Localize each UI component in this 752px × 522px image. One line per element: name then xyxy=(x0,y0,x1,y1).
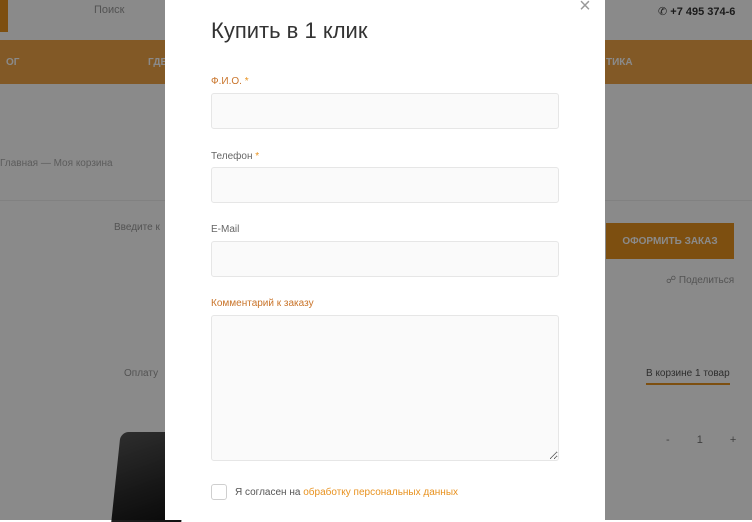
required-mark: * xyxy=(244,76,249,87)
comment-textarea[interactable] xyxy=(211,315,559,461)
comment-label-text: Комментарий к заказу xyxy=(211,298,314,309)
comment-label: Комментарий к заказу xyxy=(211,298,314,309)
fio-label-text: Ф.И.О. xyxy=(211,76,242,87)
phone-field[interactable] xyxy=(211,167,559,203)
fio-field[interactable] xyxy=(211,93,559,129)
quick-buy-modal: × Купить в 1 клик Ф.И.О. * Телефон * E-M… xyxy=(165,0,605,520)
phone-label: Телефон * xyxy=(211,151,259,162)
required-mark: * xyxy=(255,151,260,162)
consent-text: Я согласен на обработку персональных дан… xyxy=(235,487,458,498)
email-label-text: E-Mail xyxy=(211,224,240,235)
modal-title: Купить в 1 клик xyxy=(211,18,368,43)
fio-label: Ф.И.О. * xyxy=(211,76,249,87)
phone-label-text: Телефон xyxy=(211,151,253,162)
consent-label: Я согласен на xyxy=(235,487,304,498)
close-icon[interactable]: × xyxy=(575,0,595,16)
email-field[interactable] xyxy=(211,241,559,277)
privacy-policy-link[interactable]: обработку персональных данных xyxy=(303,487,458,498)
email-label: E-Mail xyxy=(211,224,239,235)
consent-checkbox[interactable] xyxy=(211,484,227,500)
